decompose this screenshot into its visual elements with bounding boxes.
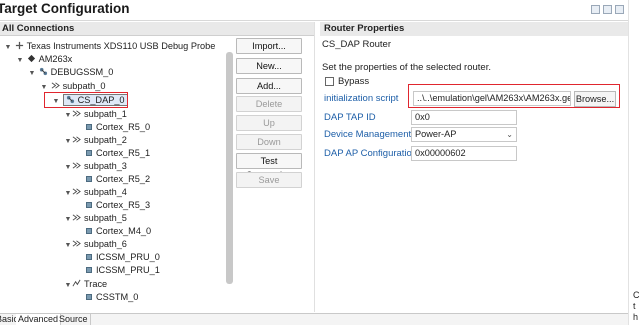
adjacent-panel-edge	[628, 0, 640, 325]
dap-ap-config-field[interactable]: 0x00000602	[411, 146, 517, 161]
tree-node-cpu[interactable]: CSSTM_0	[84, 291, 138, 303]
collapse-arrow-icon[interactable]: ▼	[64, 162, 72, 174]
tab-source[interactable]: Source	[57, 314, 91, 325]
device-management-select[interactable]: Power-AP ⌄	[411, 127, 517, 142]
tree-scrollbar[interactable]	[226, 52, 233, 284]
view-menu-icon[interactable]	[615, 5, 624, 14]
cpu-icon	[86, 202, 92, 208]
edge-text: h	[633, 312, 639, 322]
tree-node-trace[interactable]: ▼ Trace	[64, 278, 108, 292]
device-icon	[27, 54, 35, 63]
cpu-icon	[86, 294, 92, 300]
delete-button[interactable]: Delete	[236, 96, 302, 112]
cpu-icon	[86, 254, 92, 260]
init-script-label: initialization script	[324, 93, 399, 104]
router-icon	[39, 67, 47, 76]
collapse-arrow-icon[interactable]: ▼	[64, 214, 72, 226]
tree-node-subpath[interactable]: ▼ subpath_6	[64, 238, 127, 250]
subpath-icon	[72, 162, 81, 169]
tree-node-subpath[interactable]: ▼ subpath_1	[64, 108, 127, 120]
test-connection-button[interactable]: Test Connection	[236, 153, 302, 180]
probe-icon	[15, 41, 23, 50]
selection-highlight-box	[44, 92, 128, 108]
tree-node-cpu[interactable]: ICSSM_PRU_0	[84, 251, 160, 263]
add-button[interactable]: Add...	[236, 78, 302, 94]
view-toolbar	[591, 5, 631, 17]
collapse-arrow-icon[interactable]: ▼	[64, 280, 72, 292]
all-connections-header: All Connections	[0, 22, 314, 36]
tree-node-cpu[interactable]: Cortex_R5_3	[84, 199, 150, 211]
collapse-icon[interactable]	[591, 5, 600, 14]
tab-advanced[interactable]: Advanced	[16, 314, 62, 325]
device-management-label: Device Management	[324, 129, 412, 140]
new-button[interactable]: New...	[236, 58, 302, 74]
router-properties-header: Router Properties	[320, 22, 628, 36]
tree-node-device[interactable]: ▼ AM263x	[16, 53, 73, 67]
collapse-arrow-icon[interactable]: ▼	[28, 68, 36, 80]
dap-tap-id-field[interactable]: 0x0	[411, 110, 517, 125]
cpu-icon	[86, 267, 92, 273]
dap-tap-id-label: DAP TAP ID	[324, 112, 376, 123]
tree-node-cpu[interactable]: Cortex_R5_2	[84, 173, 150, 185]
router-name: CS_DAP Router	[322, 39, 391, 50]
tree-node-cpu[interactable]: Cortex_M4_0	[84, 225, 151, 237]
edge-text: C	[633, 290, 640, 300]
layout-icon[interactable]	[603, 5, 612, 14]
panel-divider[interactable]	[314, 22, 315, 312]
import-button[interactable]: Import...	[236, 38, 302, 54]
subpath-icon	[72, 240, 81, 247]
cpu-icon	[86, 176, 92, 182]
collapse-arrow-icon[interactable]: ▼	[64, 240, 72, 252]
subpath-icon	[72, 188, 81, 195]
chevron-down-icon[interactable]: ⌄	[506, 128, 513, 141]
bypass-label: Bypass	[338, 76, 370, 87]
dap-ap-config-label: DAP AP Configuration	[324, 148, 418, 159]
tree-node-router[interactable]: ▼ DEBUGSSM_0	[28, 66, 114, 80]
tree-node-subpath[interactable]: ▼ subpath_2	[64, 134, 127, 146]
connections-tree[interactable]: ▼ Texas Instruments XDS110 USB Debug Pro…	[0, 37, 236, 312]
trace-icon	[72, 279, 81, 287]
subpath-icon	[72, 110, 81, 117]
collapse-arrow-icon[interactable]: ▼	[16, 55, 24, 67]
title-separator	[0, 20, 628, 21]
cpu-icon	[86, 124, 92, 130]
subpath-icon	[72, 136, 81, 143]
init-script-highlight-box	[408, 84, 620, 108]
tree-node-subpath[interactable]: ▼ subpath_3	[64, 160, 127, 172]
edge-text: t	[633, 301, 636, 311]
down-button[interactable]: Down	[236, 134, 302, 150]
cpu-icon	[86, 150, 92, 156]
tree-node-subpath[interactable]: ▼ subpath_0	[40, 80, 106, 92]
cpu-icon	[86, 228, 92, 234]
page-title: Target Configuration	[0, 1, 130, 16]
tree-node-subpath[interactable]: ▼ subpath_4	[64, 186, 127, 198]
collapse-arrow-icon[interactable]: ▼	[64, 188, 72, 200]
collapse-arrow-icon[interactable]: ▼	[64, 110, 72, 122]
tree-node-probe[interactable]: ▼ Texas Instruments XDS110 USB Debug Pro…	[4, 40, 216, 54]
editor-tabs: Basic Advanced Source	[0, 313, 628, 325]
router-instruction: Set the properties of the selected route…	[322, 62, 491, 73]
save-button[interactable]: Save	[236, 172, 302, 188]
tree-node-cpu[interactable]: Cortex_R5_0	[84, 121, 150, 133]
collapse-arrow-icon[interactable]: ▼	[64, 136, 72, 148]
bypass-checkbox[interactable]	[325, 77, 334, 86]
up-button[interactable]: Up	[236, 115, 302, 131]
subpath-icon	[51, 82, 60, 89]
tree-node-cpu[interactable]: Cortex_R5_1	[84, 147, 150, 159]
collapse-arrow-icon[interactable]: ▼	[4, 42, 12, 54]
tree-node-cpu[interactable]: ICSSM_PRU_1	[84, 264, 160, 276]
subpath-icon	[72, 214, 81, 221]
tree-node-subpath[interactable]: ▼ subpath_5	[64, 212, 127, 224]
